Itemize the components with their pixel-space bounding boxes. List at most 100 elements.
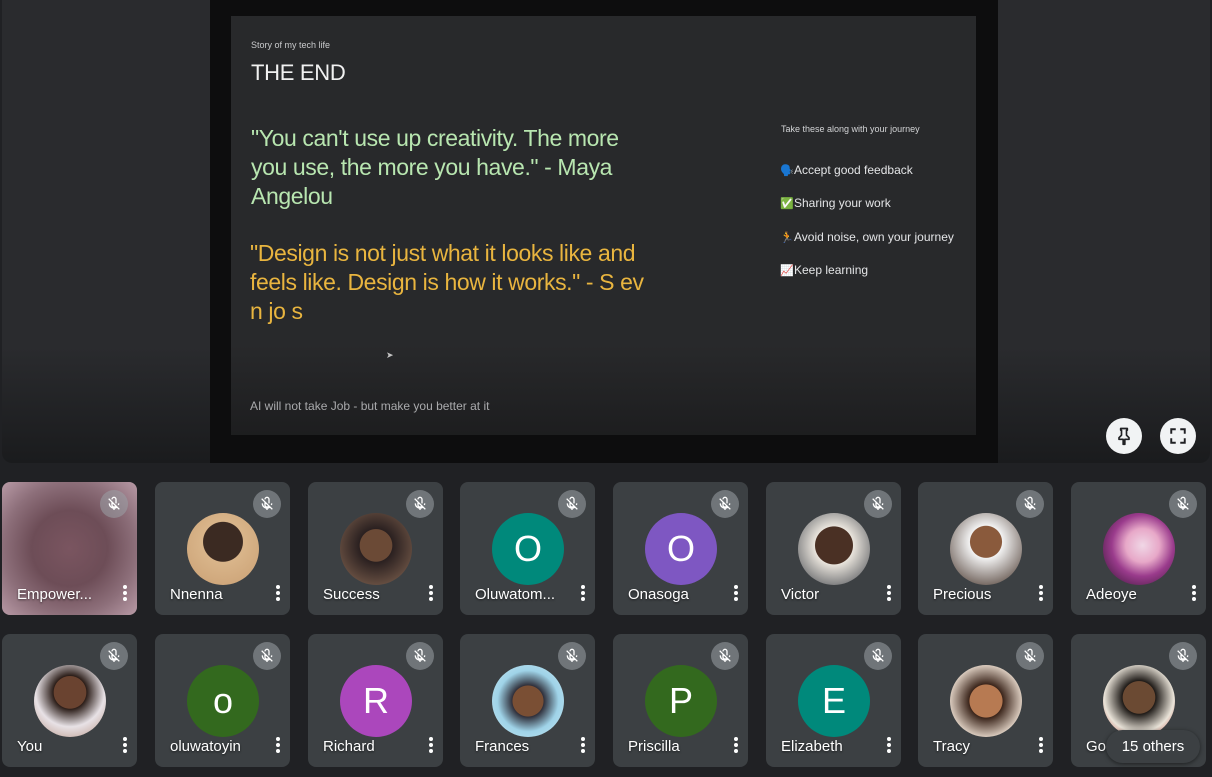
mic-off-icon xyxy=(864,642,892,670)
participant-name: Success xyxy=(323,586,380,603)
participant-tile[interactable]: Nnenna xyxy=(155,482,290,615)
speaking-head-icon: 🗣️ xyxy=(780,165,794,177)
slide: Story of my tech life THE END "You can't… xyxy=(231,16,976,435)
mic-off-icon xyxy=(100,490,128,518)
participant-tile[interactable]: Success xyxy=(308,482,443,615)
tip-text: Sharing your work xyxy=(794,196,891,210)
quote-jobs: "Design is not just what it looks like a… xyxy=(250,240,644,324)
avatar: o xyxy=(187,665,259,737)
avatar xyxy=(1103,665,1175,737)
avatar xyxy=(950,513,1022,585)
avatar: E xyxy=(798,665,870,737)
pin-icon xyxy=(1118,427,1130,446)
participant-tile[interactable]: Adeoye xyxy=(1071,482,1206,615)
mic-off-icon xyxy=(1016,490,1044,518)
participant-name: Go xyxy=(1086,738,1107,755)
mic-off-icon xyxy=(558,642,586,670)
tip-item: 📈Keep learning xyxy=(780,263,868,277)
participant-tile[interactable]: O Onasoga xyxy=(613,482,748,615)
participant-name: Priscilla xyxy=(628,738,680,755)
participant-name: Adeoye xyxy=(1086,586,1137,603)
tips-heading: Take these along with your journey xyxy=(781,124,920,134)
tip-item: 🏃Avoid noise, own your journey xyxy=(780,230,954,244)
participant-name: Tracy xyxy=(933,738,970,755)
others-button[interactable]: 15 others xyxy=(1106,730,1200,763)
more-options-icon[interactable] xyxy=(733,585,739,603)
participant-name: You xyxy=(17,738,43,755)
avatar xyxy=(492,665,564,737)
more-options-icon[interactable] xyxy=(275,737,281,755)
presentation-stage: Story of my tech life THE END "You can't… xyxy=(2,0,1210,463)
participant-name: Victor xyxy=(781,586,820,603)
avatar xyxy=(950,665,1022,737)
participant-name: Onasoga xyxy=(628,586,689,603)
participant-tile[interactable]: O Oluwatom... xyxy=(460,482,595,615)
mic-off-icon xyxy=(406,642,434,670)
more-options-icon[interactable] xyxy=(122,737,128,755)
mic-off-icon xyxy=(711,642,739,670)
mic-off-icon xyxy=(1016,642,1044,670)
slide-title: THE END xyxy=(251,60,346,85)
mic-off-icon xyxy=(253,642,281,670)
quote-angelou: "You can't use up creativity. The more y… xyxy=(251,125,619,209)
fullscreen-button[interactable] xyxy=(1160,418,1196,454)
participant-tile[interactable]: o oluwatoyin xyxy=(155,634,290,767)
more-options-icon[interactable] xyxy=(428,737,434,755)
tip-item: 🗣️Accept good feedback xyxy=(780,163,913,177)
more-options-icon[interactable] xyxy=(1038,585,1044,603)
avatar: R xyxy=(340,665,412,737)
slide-fade xyxy=(231,345,976,435)
avatar: P xyxy=(645,665,717,737)
slide-kicker: Story of my tech life xyxy=(251,40,331,50)
mic-off-icon xyxy=(406,490,434,518)
participant-name: Nnenna xyxy=(170,586,223,603)
participant-tile[interactable]: Frances xyxy=(460,634,595,767)
more-options-icon[interactable] xyxy=(428,585,434,603)
tip-text: Accept good feedback xyxy=(794,163,913,177)
participant-tile[interactable]: Victor xyxy=(766,482,901,615)
mic-off-icon xyxy=(864,490,892,518)
participant-name: oluwatoyin xyxy=(170,738,241,755)
more-options-icon[interactable] xyxy=(886,737,892,755)
more-options-icon[interactable] xyxy=(580,737,586,755)
participant-name: Elizabeth xyxy=(781,738,843,755)
mic-off-icon xyxy=(1169,642,1197,670)
more-options-icon[interactable] xyxy=(1191,585,1197,603)
avatar: O xyxy=(645,513,717,585)
check-mark-icon: ✅ xyxy=(780,198,794,210)
more-options-icon[interactable] xyxy=(1038,737,1044,755)
avatar: O xyxy=(492,513,564,585)
mic-off-icon xyxy=(558,490,586,518)
avatar xyxy=(798,513,870,585)
more-options-icon[interactable] xyxy=(886,585,892,603)
more-options-icon[interactable] xyxy=(275,585,281,603)
avatar xyxy=(340,513,412,585)
participant-name: Empower... xyxy=(17,586,93,603)
mic-off-icon xyxy=(1169,490,1197,518)
fullscreen-icon xyxy=(1170,428,1186,444)
chart-increasing-icon: 📈 xyxy=(780,265,794,277)
participant-tile[interactable]: P Priscilla xyxy=(613,634,748,767)
tip-item: ✅Sharing your work xyxy=(780,196,891,210)
pin-button[interactable] xyxy=(1106,418,1142,454)
mic-off-icon xyxy=(711,490,739,518)
runner-icon: 🏃 xyxy=(780,232,794,244)
avatar xyxy=(187,513,259,585)
avatar xyxy=(34,665,106,737)
more-options-icon[interactable] xyxy=(580,585,586,603)
participant-tile[interactable]: R Richard xyxy=(308,634,443,767)
slide-footer: AI will not take Job - but make you bett… xyxy=(250,399,490,413)
shared-screen: Story of my tech life THE END "You can't… xyxy=(210,0,998,463)
tip-text: Keep learning xyxy=(794,263,869,277)
participant-name: Oluwatom... xyxy=(475,586,556,603)
more-options-icon[interactable] xyxy=(733,737,739,755)
mic-off-icon xyxy=(253,490,281,518)
participant-tile[interactable]: Tracy xyxy=(918,634,1053,767)
participant-name: Richard xyxy=(323,738,375,755)
participant-tile[interactable]: Precious xyxy=(918,482,1053,615)
participant-tile[interactable]: You xyxy=(2,634,137,767)
participant-tile[interactable]: Empower... xyxy=(2,482,137,615)
participant-tile[interactable]: E Elizabeth xyxy=(766,634,901,767)
more-options-icon[interactable] xyxy=(122,585,128,603)
participant-name: Frances xyxy=(475,738,530,755)
